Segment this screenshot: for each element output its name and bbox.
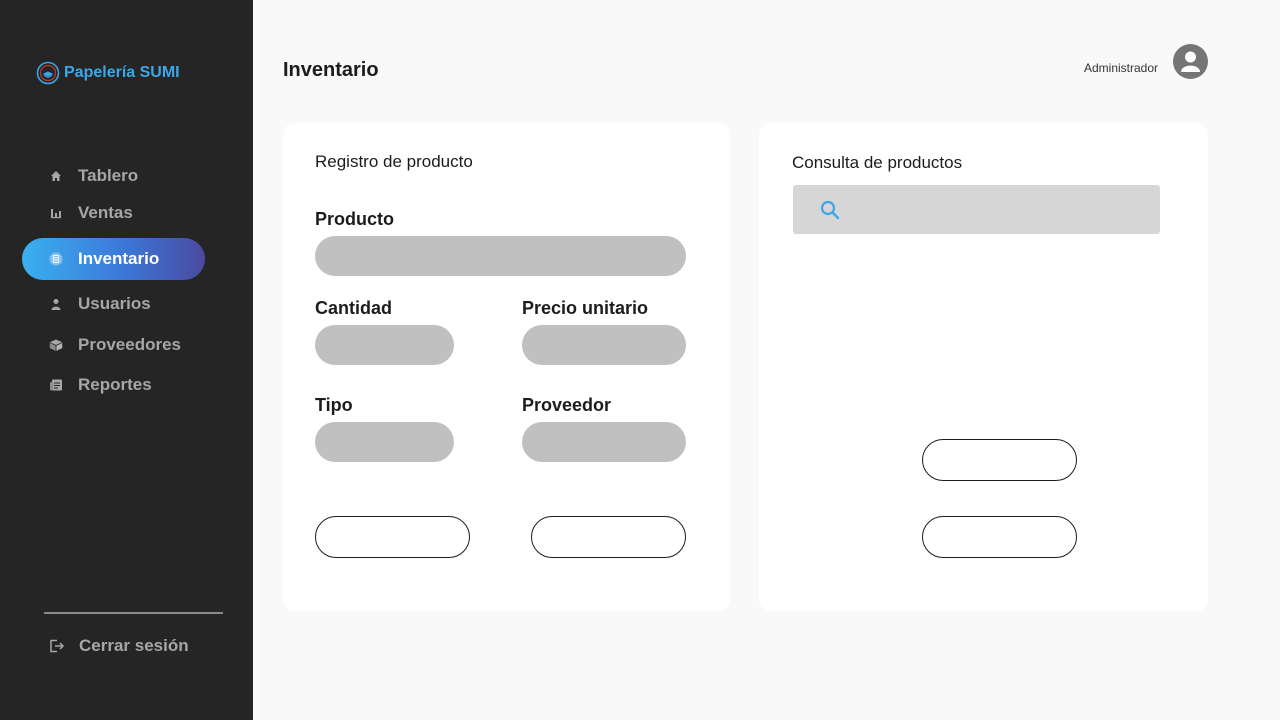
sidebar-item-tablero[interactable]: Tablero bbox=[22, 155, 205, 197]
sidebar-item-label: Usuarios bbox=[78, 294, 151, 313]
register-action-button-1[interactable] bbox=[315, 516, 470, 558]
sidebar-divider bbox=[44, 612, 223, 614]
sidebar-item-label: Proveedores bbox=[78, 335, 181, 354]
proveedor-label: Proveedor bbox=[522, 395, 612, 415]
cantidad-input[interactable] bbox=[315, 325, 454, 365]
report-icon bbox=[49, 378, 63, 392]
user-name: Administrador bbox=[1084, 61, 1159, 75]
inventory-list-icon bbox=[49, 252, 63, 266]
query-card-title: Consulta de productos bbox=[792, 153, 963, 172]
sidebar-item-label: Inventario bbox=[78, 249, 160, 268]
user-avatar-icon[interactable] bbox=[1173, 44, 1208, 79]
sidebar-item-ventas[interactable]: Ventas bbox=[22, 192, 205, 234]
logout-icon bbox=[49, 638, 65, 654]
product-search-input[interactable] bbox=[841, 185, 1160, 234]
user-icon bbox=[49, 297, 63, 311]
tipo-input[interactable] bbox=[315, 422, 454, 462]
bar-chart-icon bbox=[49, 206, 63, 220]
logout-label: Cerrar sesión bbox=[79, 636, 189, 655]
register-action-button-2[interactable] bbox=[531, 516, 686, 558]
logout-button[interactable]: Cerrar sesión bbox=[49, 636, 189, 656]
box-icon bbox=[49, 338, 63, 352]
sidebar-item-label: Tablero bbox=[78, 166, 139, 185]
precio-unitario-input[interactable] bbox=[522, 325, 686, 365]
product-query-card: Consulta de productos bbox=[759, 123, 1208, 611]
sidebar-item-label: Reportes bbox=[78, 375, 152, 394]
tipo-label: Tipo bbox=[315, 395, 353, 415]
product-search-box[interactable] bbox=[793, 185, 1160, 234]
register-card-title: Registro de producto bbox=[315, 152, 473, 171]
proveedor-input[interactable] bbox=[522, 422, 686, 462]
query-action-button-2[interactable] bbox=[922, 516, 1077, 558]
brand[interactable]: Papelería SUMI bbox=[36, 61, 180, 85]
sidebar-item-proveedores[interactable]: Proveedores bbox=[22, 324, 205, 366]
search-icon bbox=[820, 200, 840, 219]
sidebar-item-label: Ventas bbox=[78, 203, 133, 222]
sidebar-item-reportes[interactable]: Reportes bbox=[22, 364, 205, 406]
producto-label: Producto bbox=[315, 209, 394, 229]
query-action-button-1[interactable] bbox=[922, 439, 1077, 481]
brand-name: Papelería SUMI bbox=[64, 64, 180, 81]
product-register-card: Registro de producto Producto Cantidad P… bbox=[283, 123, 730, 611]
cantidad-label: Cantidad bbox=[315, 298, 393, 318]
sidebar-item-inventario[interactable]: Inventario bbox=[22, 238, 205, 280]
precio-unitario-label: Precio unitario bbox=[522, 298, 649, 318]
home-icon bbox=[49, 169, 63, 183]
page-title: Inventario bbox=[283, 59, 379, 81]
papeleria-logo-icon bbox=[36, 61, 60, 85]
sidebar-item-usuarios[interactable]: Usuarios bbox=[22, 283, 205, 325]
sidebar: Papelería SUMI Tablero Ventas Inventario… bbox=[0, 0, 253, 720]
producto-input[interactable] bbox=[315, 236, 686, 276]
